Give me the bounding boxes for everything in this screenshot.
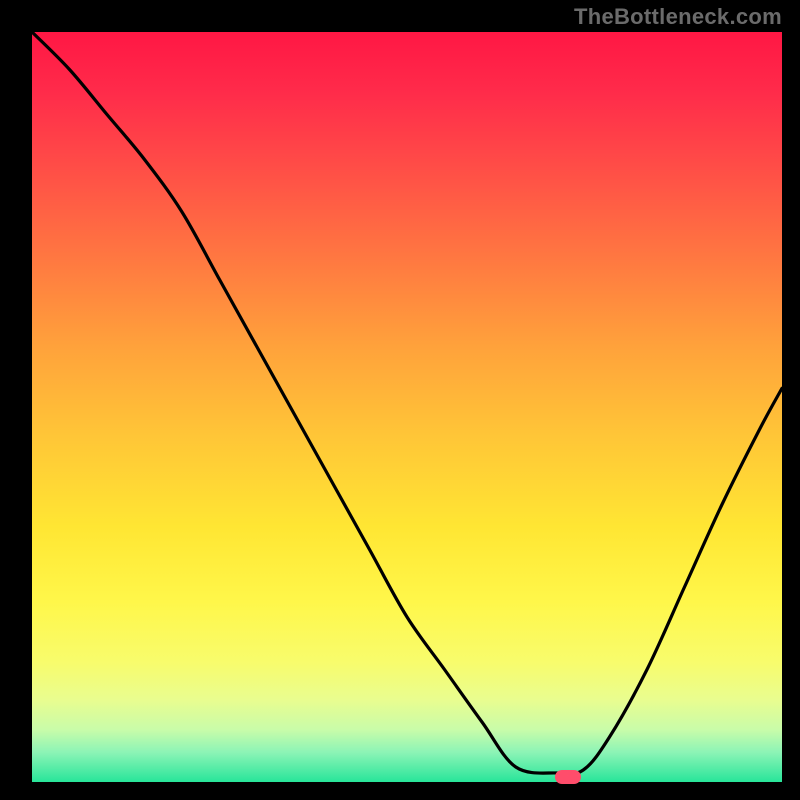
- watermark-text: TheBottleneck.com: [574, 4, 782, 30]
- bottleneck-curve: [32, 32, 782, 782]
- chart-stage: TheBottleneck.com: [0, 0, 800, 800]
- plot-area: [32, 32, 782, 782]
